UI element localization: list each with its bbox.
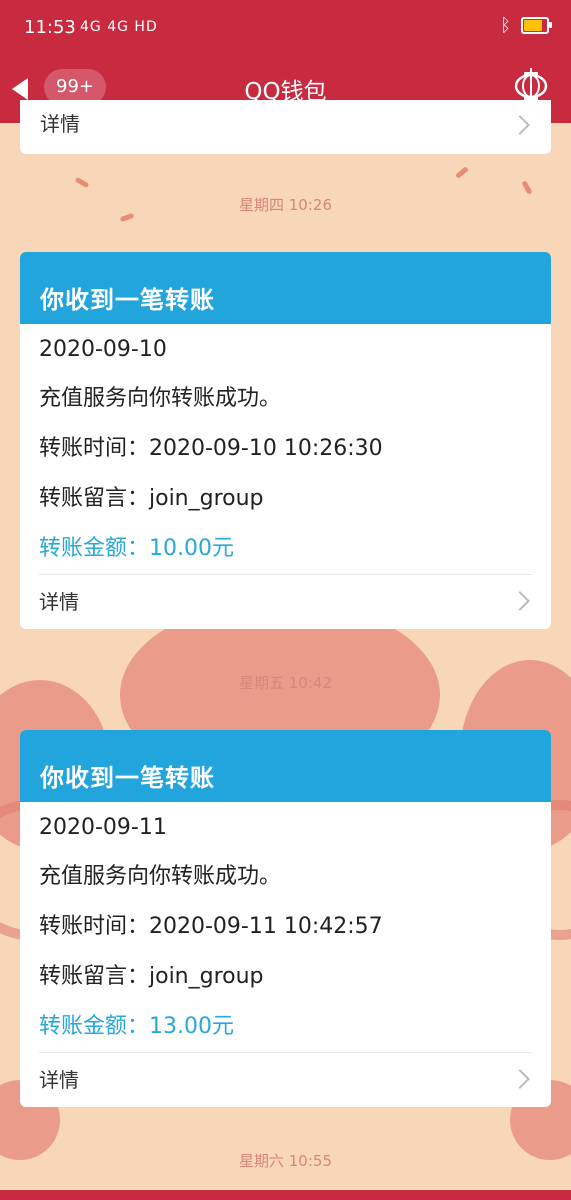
details-link[interactable]: 详情 [39,1068,79,1092]
network-indicator: 4G 4G HD [80,19,158,35]
transfer-date: 2020-09-11 [39,815,167,840]
status-right-icons: ᛒ [500,15,552,36]
details-link[interactable]: 详情 [39,590,79,614]
battery-icon [521,17,552,34]
transfer-time: 转账时间：2020-09-11 10:42:57 [39,914,383,939]
petal-decoration [521,180,533,195]
transfer-note: 转账留言：join_group [39,964,264,989]
petal-decoration [74,176,90,189]
details-link-row[interactable]: 详情 [39,1053,533,1107]
chevron-right-icon [510,1069,530,1089]
transfer-note: 转账留言：join_group [39,486,264,511]
status-time: 11:53 [24,17,76,38]
transfer-time: 转账时间：2020-09-10 10:26:30 [39,436,383,461]
chevron-right-icon [510,115,530,135]
bluetooth-icon: ᛒ [500,15,511,36]
transfer-message: 充值服务向你转账成功。 [39,386,282,411]
transfer-date: 2020-09-10 [39,337,167,362]
battery-level-fill [524,20,542,31]
bottom-bar [0,1190,571,1200]
transfer-card[interactable]: 你收到一笔转账 2020-09-10 充值服务向你转账成功。 转账时间：2020… [20,252,551,629]
timestamp-label: 星期六 10:55 [239,1152,332,1170]
card-title: 你收到一笔转账 [20,252,551,324]
lantern-icon[interactable] [513,67,549,103]
previous-transfer-card[interactable]: 详情 [20,100,551,154]
transfer-amount: 转账金额：10.00元 [39,536,234,561]
details-link[interactable]: 详情 [40,108,80,137]
status-bar: 11:53 4G 4G HD ᛒ [0,0,571,56]
timestamp-label: 星期四 10:26 [239,196,332,214]
transfer-amount: 转账金额：13.00元 [39,1014,234,1039]
petal-decoration [455,166,469,179]
transfer-message: 充值服务向你转账成功。 [39,864,282,889]
timestamp-label: 星期五 10:42 [239,674,332,692]
transfer-card[interactable]: 你收到一笔转账 2020-09-11 充值服务向你转账成功。 转账时间：2020… [20,730,551,1107]
chevron-right-icon [510,591,530,611]
card-title: 你收到一笔转账 [20,730,551,802]
details-link-row[interactable]: 详情 [39,575,533,629]
